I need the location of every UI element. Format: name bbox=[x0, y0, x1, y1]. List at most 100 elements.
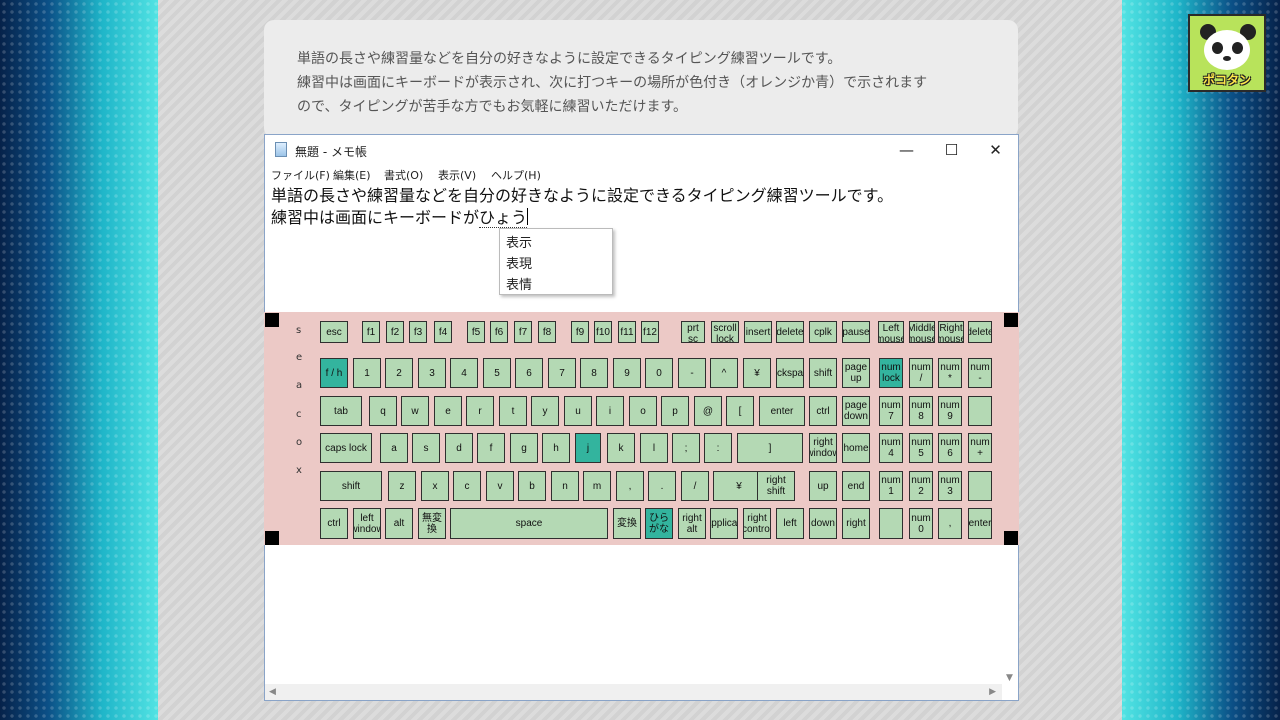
key[interactable]: num 1 bbox=[879, 471, 903, 501]
key[interactable]: num 5 bbox=[909, 433, 933, 463]
key[interactable]: w bbox=[401, 396, 429, 426]
key[interactable]: f12 bbox=[641, 321, 659, 343]
key[interactable]: . bbox=[648, 471, 676, 501]
maximize-button[interactable]: ☐ bbox=[929, 135, 974, 165]
key[interactable]: ] bbox=[737, 433, 803, 463]
key[interactable]: tab bbox=[320, 396, 362, 426]
key[interactable]: shift bbox=[320, 471, 382, 501]
key[interactable]: o bbox=[629, 396, 657, 426]
key[interactable]: 0 bbox=[645, 358, 673, 388]
resize-handle[interactable] bbox=[1004, 531, 1018, 545]
key[interactable]: ctrl bbox=[320, 508, 348, 539]
key[interactable]: right shift bbox=[757, 471, 795, 501]
key[interactable]: caps lock bbox=[320, 433, 372, 463]
key[interactable]: f / h bbox=[320, 358, 348, 388]
key[interactable]: left window bbox=[353, 508, 381, 539]
key[interactable]: ひら がな bbox=[645, 508, 673, 539]
key[interactable]: num 0 bbox=[909, 508, 933, 539]
key[interactable]: num + bbox=[968, 433, 992, 463]
key[interactable]: x bbox=[421, 471, 449, 501]
key[interactable]: ckspa bbox=[776, 358, 804, 388]
key[interactable]: num 9 bbox=[938, 396, 962, 426]
key[interactable]: space bbox=[450, 508, 608, 539]
key[interactable]: 7 bbox=[548, 358, 576, 388]
key[interactable]: right control bbox=[743, 508, 771, 539]
menu-edit[interactable]: 編集(E) bbox=[333, 167, 371, 183]
key[interactable]: Middle mouse bbox=[909, 321, 935, 343]
key[interactable]: alt bbox=[385, 508, 413, 539]
key[interactable]: f4 bbox=[434, 321, 452, 343]
key[interactable]: l bbox=[640, 433, 668, 463]
key[interactable]: ; bbox=[672, 433, 700, 463]
key[interactable]: f9 bbox=[571, 321, 589, 343]
key[interactable]: r bbox=[466, 396, 494, 426]
key[interactable] bbox=[968, 396, 992, 426]
key[interactable]: / bbox=[681, 471, 709, 501]
close-button[interactable]: ✕ bbox=[973, 135, 1018, 165]
key[interactable]: f3 bbox=[409, 321, 427, 343]
key[interactable]: f7 bbox=[514, 321, 532, 343]
key[interactable]: b bbox=[518, 471, 546, 501]
key[interactable]: a bbox=[380, 433, 408, 463]
key[interactable]: applicati bbox=[710, 508, 738, 539]
key[interactable]: ^ bbox=[710, 358, 738, 388]
key[interactable]: 変換 bbox=[613, 508, 641, 539]
key[interactable]: z bbox=[388, 471, 416, 501]
key[interactable]: num 2 bbox=[909, 471, 933, 501]
key[interactable]: num 8 bbox=[909, 396, 933, 426]
key[interactable]: home bbox=[842, 433, 870, 463]
key[interactable]: t bbox=[499, 396, 527, 426]
key[interactable]: [ bbox=[726, 396, 754, 426]
key[interactable]: esc bbox=[320, 321, 348, 343]
key[interactable]: f bbox=[477, 433, 505, 463]
candidate-item[interactable]: 表示 bbox=[506, 232, 532, 251]
key[interactable]: d bbox=[445, 433, 473, 463]
key[interactable] bbox=[879, 508, 903, 539]
key[interactable]: , bbox=[616, 471, 644, 501]
candidate-item[interactable]: 表情 bbox=[506, 274, 532, 293]
key[interactable]: enter bbox=[759, 396, 805, 426]
key[interactable]: delete bbox=[968, 321, 992, 343]
key[interactable]: c bbox=[453, 471, 481, 501]
key[interactable]: shift bbox=[809, 358, 837, 388]
key[interactable]: num - bbox=[968, 358, 992, 388]
key[interactable]: 9 bbox=[613, 358, 641, 388]
key[interactable]: f6 bbox=[490, 321, 508, 343]
key[interactable]: right window bbox=[809, 433, 837, 463]
key[interactable]: 5 bbox=[483, 358, 511, 388]
title-bar[interactable]: 無題 - メモ帳 — ☐ ✕ bbox=[265, 135, 1018, 165]
key[interactable]: h bbox=[542, 433, 570, 463]
key[interactable]: insert bbox=[744, 321, 772, 343]
key[interactable]: 3 bbox=[418, 358, 446, 388]
key[interactable]: num 3 bbox=[938, 471, 962, 501]
key[interactable]: 4 bbox=[450, 358, 478, 388]
key[interactable]: s bbox=[412, 433, 440, 463]
key[interactable]: scroll lock bbox=[711, 321, 739, 343]
key[interactable]: num 4 bbox=[879, 433, 903, 463]
key[interactable]: f10 bbox=[594, 321, 612, 343]
key[interactable]: 6 bbox=[515, 358, 543, 388]
candidate-item[interactable]: 表現 bbox=[506, 253, 532, 272]
key[interactable]: delete bbox=[776, 321, 804, 343]
key[interactable]: k bbox=[607, 433, 635, 463]
menu-format[interactable]: 書式(O) bbox=[384, 167, 423, 183]
key[interactable]: n bbox=[551, 471, 579, 501]
key[interactable]: pause bbox=[842, 321, 870, 343]
key[interactable]: end bbox=[842, 471, 870, 501]
key[interactable]: f2 bbox=[386, 321, 404, 343]
key[interactable]: e bbox=[434, 396, 462, 426]
key[interactable]: p bbox=[661, 396, 689, 426]
key[interactable]: left bbox=[776, 508, 804, 539]
key[interactable]: enter bbox=[968, 508, 992, 539]
key[interactable]: num 7 bbox=[879, 396, 903, 426]
key[interactable]: j bbox=[575, 433, 601, 463]
key[interactable]: num 6 bbox=[938, 433, 962, 463]
resize-handle[interactable] bbox=[265, 531, 279, 545]
key[interactable]: q bbox=[369, 396, 397, 426]
key[interactable]: @ bbox=[694, 396, 722, 426]
key[interactable]: Left mouse bbox=[878, 321, 904, 343]
key[interactable]: up bbox=[809, 471, 837, 501]
key[interactable]: ¥ bbox=[743, 358, 771, 388]
scroll-left-arrow-icon[interactable]: ◀ bbox=[269, 687, 276, 697]
key[interactable]: y bbox=[531, 396, 559, 426]
